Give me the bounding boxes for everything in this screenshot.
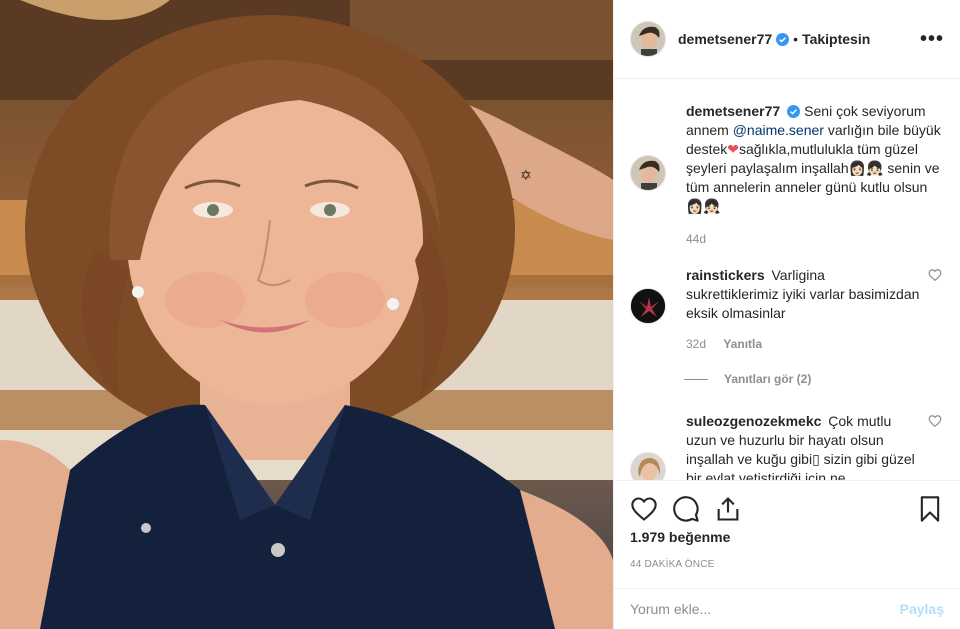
comment-icon[interactable] xyxy=(672,495,700,523)
view-replies-button[interactable]: Yanıtları gör (2) xyxy=(684,372,811,386)
caption-body: demetsener77 Seni çok seviyorum annem @na… xyxy=(686,102,944,249)
likes-count[interactable]: 1.979 beğenme xyxy=(630,529,730,545)
commenter-avatar[interactable] xyxy=(630,288,666,324)
comment-username[interactable]: suleozgenozekmekc xyxy=(686,413,821,429)
svg-text:✡: ✡ xyxy=(520,167,532,183)
caption-username[interactable]: demetsener77 xyxy=(686,103,780,119)
caption-mention-link[interactable]: @naime.sener xyxy=(733,122,824,138)
heart-icon[interactable] xyxy=(630,495,658,523)
share-icon[interactable] xyxy=(714,495,742,523)
comment-item: rainstickers Varligina sukrettiklerimiz … xyxy=(630,266,944,354)
posted-time[interactable]: 44 DAKİKA ÖNCE xyxy=(630,559,715,570)
view-replies-label: Yanıtları gör (2) xyxy=(724,372,812,386)
reply-button[interactable]: Yanıtla xyxy=(723,337,762,351)
bookmark-icon[interactable] xyxy=(916,495,944,523)
post-header: demetsener77 • Takiptesin ••• xyxy=(614,0,960,79)
header-separator: • xyxy=(793,31,799,47)
commenter-avatar[interactable] xyxy=(630,452,666,480)
verified-icon xyxy=(787,105,801,118)
comment-input[interactable] xyxy=(630,601,900,617)
post-side-panel: demetsener77 • Takiptesin ••• demetsener… xyxy=(613,0,960,629)
comment-body: rainstickers Varligina sukrettiklerimiz … xyxy=(686,266,944,354)
verified-icon xyxy=(776,32,790,46)
author-username[interactable]: demetsener77 xyxy=(678,31,772,47)
replies-divider xyxy=(684,378,708,380)
caption-avatar[interactable] xyxy=(630,155,666,191)
comment-time[interactable]: 32d xyxy=(686,337,706,351)
caption: demetsener77 Seni çok seviyorum annem @na… xyxy=(630,102,944,249)
comment-body: suleozgenozekmekc Çok mutlu uzun ve huzu… xyxy=(686,412,944,480)
add-comment-bar: Paylaş xyxy=(614,588,960,629)
comment-like-icon[interactable] xyxy=(928,414,942,428)
more-icon[interactable]: ••• xyxy=(920,28,944,51)
comment-item: suleozgenozekmekc Çok mutlu uzun ve huzu… xyxy=(630,412,944,480)
comment-username[interactable]: rainstickers xyxy=(686,267,765,283)
follow-status-button[interactable]: Takiptesin xyxy=(802,31,870,47)
comments-list[interactable]: demetsener77 Seni çok seviyorum annem @na… xyxy=(614,80,960,480)
post-photo[interactable]: ✡ xyxy=(0,0,613,629)
caption-time[interactable]: 44d xyxy=(686,232,706,246)
heart-emoji: ❤ xyxy=(727,141,739,157)
comment-like-icon[interactable] xyxy=(928,268,942,282)
post-comment-button[interactable]: Paylaş xyxy=(900,601,944,617)
author-avatar[interactable] xyxy=(630,21,666,57)
post-photo-illustration: ✡ xyxy=(0,0,613,629)
